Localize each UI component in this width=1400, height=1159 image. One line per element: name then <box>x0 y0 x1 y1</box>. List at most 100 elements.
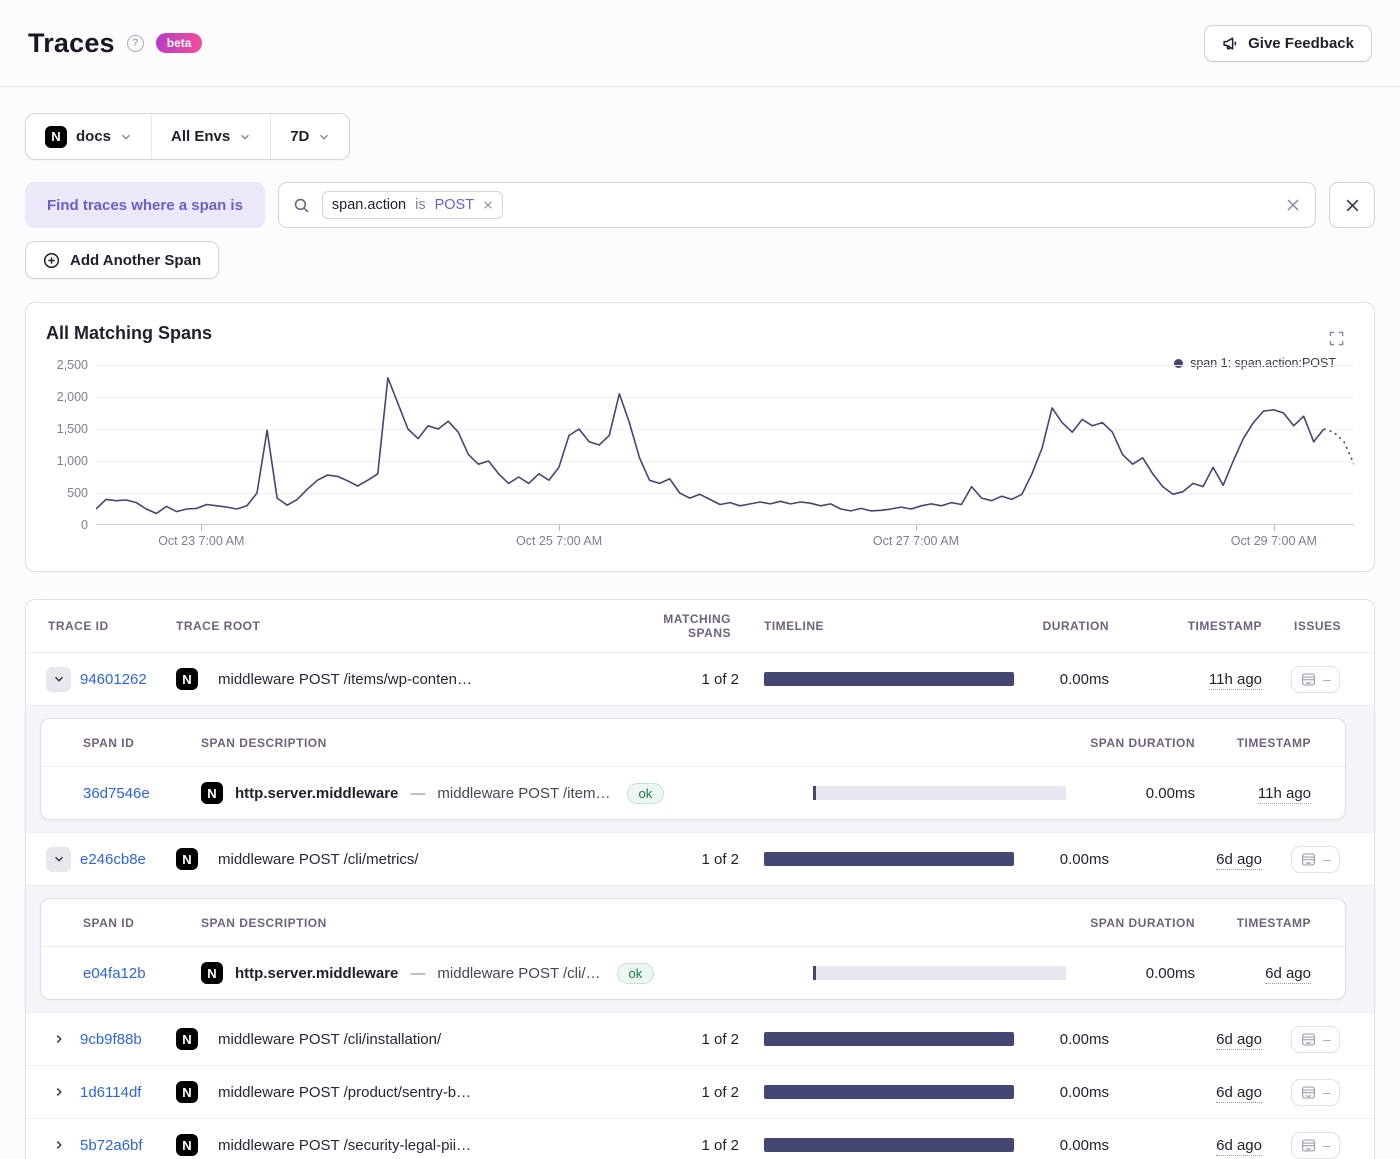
matching-spans-count: 1 of 2 <box>624 1137 739 1154</box>
project-filter[interactable]: N docs <box>26 114 151 159</box>
issues-stack-icon <box>1301 1138 1316 1153</box>
issues-button[interactable]: – <box>1291 1079 1340 1106</box>
timeline-bar <box>764 1085 1014 1099</box>
column-header: ISSUES <box>1284 619 1374 633</box>
token-value: POST <box>435 197 474 213</box>
status-badge: ok <box>627 783 665 804</box>
chevron-down-icon <box>239 131 251 143</box>
nextjs-logo-icon: N <box>176 1028 198 1050</box>
y-tick-label: 0 <box>81 518 88 532</box>
nextjs-logo-icon: N <box>201 962 223 984</box>
status-badge: ok <box>617 963 655 984</box>
collapse-trace-button[interactable] <box>46 667 71 692</box>
add-another-span-button[interactable]: Add Another Span <box>25 241 219 279</box>
chart-title: All Matching Spans <box>46 323 1354 344</box>
collapse-trace-button[interactable] <box>46 847 71 872</box>
issues-stack-icon <box>1301 672 1316 687</box>
column-header: SPAN DURATION <box>1075 736 1195 750</box>
issues-button[interactable]: – <box>1291 1026 1340 1053</box>
spans-table-header: SPAN ID SPAN DESCRIPTION SPAN DURATION T… <box>41 719 1345 767</box>
chart-y-axis: 2,500 2,000 1,500 1,000 500 0 <box>46 365 96 525</box>
nextjs-logo-icon: N <box>176 848 198 870</box>
span-id-link[interactable]: 36d7546e <box>83 785 150 802</box>
issues-stack-icon <box>1301 852 1316 867</box>
trace-root-label: middleware POST /items/wp-conten… <box>218 671 472 688</box>
date-range-filter[interactable]: 7D <box>270 114 349 159</box>
column-header: SPAN DESCRIPTION <box>201 736 785 750</box>
table-row: 5b72a6bf N middleware POST /security-leg… <box>26 1118 1374 1159</box>
expand-trace-button[interactable] <box>46 1080 71 1105</box>
timeline-bar <box>764 852 1014 866</box>
table-row: 9cb9f88b N middleware POST /cli/installa… <box>26 1012 1374 1065</box>
token-operator: is <box>415 197 425 213</box>
line-series <box>96 365 1354 525</box>
timestamp-value[interactable]: 6d ago <box>1216 1084 1262 1103</box>
trace-id-link[interactable]: 1d6114df <box>80 1084 141 1101</box>
table-row: 1d6114df N middleware POST /product/sent… <box>26 1065 1374 1118</box>
timestamp-value[interactable]: 6d ago <box>1216 1137 1262 1156</box>
search-icon <box>293 197 310 214</box>
spans-table-header: SPAN ID SPAN DESCRIPTION SPAN DURATION T… <box>41 899 1345 947</box>
duration-value: 0.00ms <box>1029 1031 1129 1048</box>
environment-filter[interactable]: All Envs <box>151 114 270 159</box>
y-tick-label: 500 <box>67 486 88 500</box>
timestamp-value[interactable]: 11h ago <box>1209 671 1262 690</box>
trace-root-label: middleware POST /cli/installation/ <box>218 1031 441 1048</box>
span-description: middleware POST /item… <box>437 785 610 802</box>
duration-value: 0.00ms <box>1029 1084 1129 1101</box>
give-feedback-button[interactable]: Give Feedback <box>1204 25 1372 62</box>
search-input[interactable] <box>515 197 1273 214</box>
timestamp-value[interactable]: 6d ago <box>1216 1031 1262 1050</box>
help-icon[interactable]: ? <box>127 35 144 52</box>
span-search-bar[interactable]: span.action is POST <box>278 182 1316 228</box>
column-header: TIMESTAMP <box>1129 619 1284 633</box>
timestamp-value[interactable]: 6d ago <box>1216 851 1262 870</box>
issues-empty-dash: – <box>1323 1085 1330 1100</box>
fullscreen-icon[interactable] <box>1329 331 1344 351</box>
nextjs-logo-icon: N <box>176 668 198 690</box>
token-key: span.action <box>332 197 406 213</box>
column-header: TRACE ROOT <box>176 619 624 633</box>
span-duration-value: 0.00ms <box>1075 785 1195 802</box>
issues-button[interactable]: – <box>1291 666 1340 693</box>
trace-id-link[interactable]: 5b72a6bf <box>80 1137 143 1154</box>
trace-id-link[interactable]: e246cb8e <box>80 851 146 868</box>
column-header: SPAN DURATION <box>1075 916 1195 930</box>
duration-value: 0.00ms <box>1029 671 1129 688</box>
y-tick-label: 2,000 <box>57 390 88 404</box>
issues-button[interactable]: – <box>1291 846 1340 873</box>
matching-spans-count: 1 of 2 <box>624 1031 739 1048</box>
search-token[interactable]: span.action is POST <box>322 191 503 219</box>
timeline-bar <box>764 1032 1014 1046</box>
span-id-link[interactable]: e04fa12b <box>83 965 146 982</box>
chevron-down-icon <box>120 131 132 143</box>
trace-id-link[interactable]: 94601262 <box>80 671 147 688</box>
page-title: Traces <box>28 28 115 59</box>
x-tick-label: Oct 29 7:00 AM <box>1231 534 1317 548</box>
issues-stack-icon <box>1301 1085 1316 1100</box>
give-feedback-label: Give Feedback <box>1248 35 1354 52</box>
expand-trace-button[interactable] <box>46 1027 71 1052</box>
span-timeline-bar <box>816 966 1066 980</box>
trace-id-link[interactable]: 9cb9f88b <box>80 1031 142 1048</box>
page-header: Traces ? beta Give Feedback <box>0 0 1400 87</box>
issues-button[interactable]: – <box>1291 1132 1340 1159</box>
column-header: TIMELINE <box>739 619 1029 633</box>
separator-dash: — <box>410 965 425 982</box>
expand-trace-button[interactable] <box>46 1133 71 1158</box>
trace-root-label: middleware POST /product/sentry-b… <box>218 1084 471 1101</box>
span-timeline-bar <box>816 786 1066 800</box>
column-header: MATCHING SPANS <box>624 612 739 640</box>
clear-search-icon[interactable] <box>1285 197 1301 213</box>
y-tick-label: 1,500 <box>57 422 88 436</box>
remove-span-query-button[interactable] <box>1329 182 1375 228</box>
timestamp-value[interactable]: 6d ago <box>1265 965 1311 984</box>
token-remove-icon[interactable] <box>483 200 493 210</box>
trace-root-label: middleware POST /cli/metrics/ <box>218 851 419 868</box>
expanded-spans-section: SPAN ID SPAN DESCRIPTION SPAN DURATION T… <box>26 885 1374 1012</box>
plus-circle-icon <box>43 252 60 269</box>
timestamp-value[interactable]: 11h ago <box>1258 785 1311 804</box>
project-filter-label: docs <box>76 128 111 145</box>
find-traces-label: Find traces where a span is <box>25 182 265 228</box>
span-description: middleware POST /cli/… <box>437 965 600 982</box>
